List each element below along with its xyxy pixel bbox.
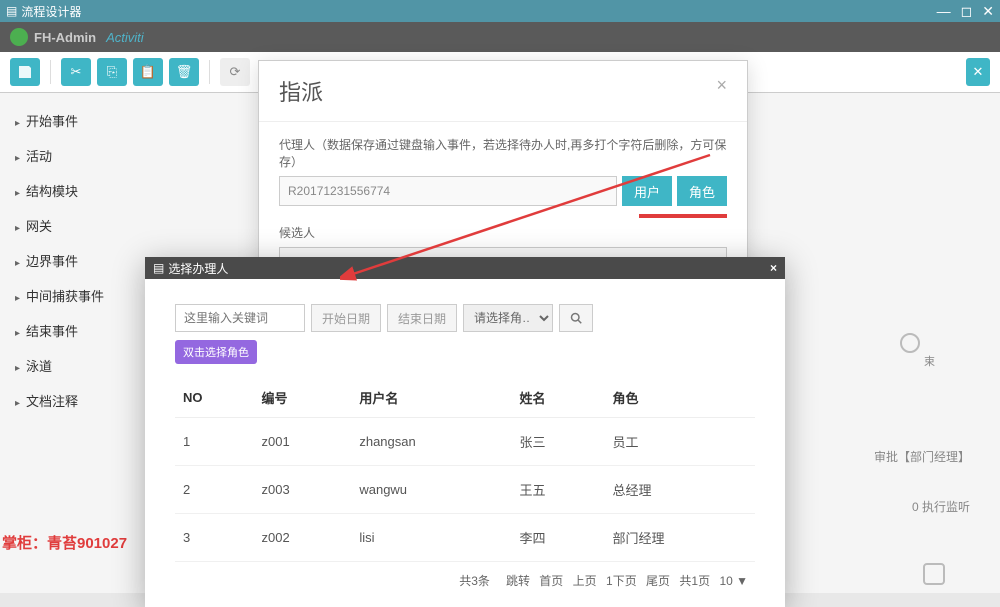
pager-prev[interactable]: 上页 (573, 574, 597, 588)
cell-code: z003 (254, 466, 352, 514)
cell-username: lisi (351, 514, 511, 562)
cell-code: z002 (254, 514, 352, 562)
pager-jump[interactable]: 跳转 (506, 574, 530, 588)
canvas-end-node[interactable] (900, 333, 920, 353)
cell-name: 王五 (512, 466, 605, 514)
assign-dialog-title: 指派 (279, 75, 323, 107)
app-name: FH-Admin (34, 30, 96, 45)
col-role: 角色 (604, 378, 755, 418)
cut-button[interactable]: ✂ (61, 58, 91, 86)
table-row[interactable]: 1z001zhangsan张三员工 (175, 418, 755, 466)
cell-name: 张三 (512, 418, 605, 466)
save-button[interactable] (10, 58, 40, 86)
paste-button[interactable]: 📋 (133, 58, 163, 86)
app-header: FH-Admin Activiti (0, 22, 1000, 52)
cell-username: wangwu (351, 466, 511, 514)
cell-no: 2 (175, 466, 254, 514)
maximize-button[interactable]: ◻ (961, 3, 973, 20)
cell-role: 部门经理 (604, 514, 755, 562)
cell-role: 员工 (604, 418, 755, 466)
highlight-underline (639, 214, 727, 218)
cell-username: zhangsan (351, 418, 511, 466)
pager-current[interactable]: 1下页 (606, 574, 637, 588)
col-code: 编号 (254, 378, 352, 418)
close-window-button[interactable]: ✕ (982, 3, 994, 20)
pager-first[interactable]: 首页 (539, 574, 563, 588)
toolbar-close-button[interactable]: ✕ (966, 58, 990, 86)
window-title: 流程设计器 (21, 3, 81, 20)
dialog-icon: ▤ (153, 261, 164, 275)
refresh-button[interactable]: ⟳ (220, 58, 250, 86)
col-name: 姓名 (512, 378, 605, 418)
select-handler-close-button[interactable]: × (770, 261, 777, 275)
sidebar-item-activity[interactable]: 活动 (15, 138, 185, 173)
table-row[interactable]: 3z002lisi李四部门经理 (175, 514, 755, 562)
end-date-input[interactable] (387, 304, 457, 332)
col-username: 用户名 (351, 378, 511, 418)
cell-role: 总经理 (604, 466, 755, 514)
search-button[interactable] (559, 304, 593, 332)
logo-icon (10, 28, 28, 46)
select-handler-dialog: ▤ 选择办理人 × 请选择角… 双击选择角色 NO 编号 用户名 姓名 角色 1… (145, 257, 785, 607)
canvas-approval-label: 审批【部门经理】 (874, 448, 970, 465)
window-icon: ▤ (6, 4, 17, 18)
minimize-button[interactable]: — (937, 3, 951, 20)
cell-code: z001 (254, 418, 352, 466)
select-handler-title: 选择办理人 (168, 260, 228, 277)
canvas-task-node[interactable] (923, 563, 945, 585)
agent-input[interactable] (279, 176, 617, 206)
copy-button[interactable]: ⎘ (97, 58, 127, 86)
window-controls: — ◻ ✕ (937, 3, 994, 20)
pager-total: 共3条 (459, 574, 490, 588)
watermark: 掌柜：青苔901027 (2, 532, 127, 553)
candidate-label: 候选人 (279, 224, 727, 241)
role-button[interactable]: 角色 (677, 176, 727, 206)
select-handler-header: ▤ 选择办理人 × (145, 257, 785, 279)
canvas-listener-label: 0 执行监听 (912, 498, 970, 515)
pager-last[interactable]: 尾页 (646, 574, 670, 588)
pagination: 共3条 跳转 首页 上页 1下页 尾页 共1页 10 ▼ (175, 562, 755, 597)
delete-button[interactable]: 🗑 (169, 58, 199, 86)
assign-dialog-close-button[interactable]: × (716, 75, 727, 107)
keyword-input[interactable] (175, 304, 305, 332)
pager-per-page[interactable]: 10 ▼ (719, 574, 748, 588)
cell-name: 李四 (512, 514, 605, 562)
canvas-node-label: 束 (924, 353, 935, 369)
search-row: 请选择角… (175, 304, 755, 332)
user-table: NO 编号 用户名 姓名 角色 1z001zhangsan张三员工2z003wa… (175, 378, 755, 562)
col-no: NO (175, 378, 254, 418)
assign-dialog-header: 指派 × (259, 61, 747, 122)
table-row[interactable]: 2z003wangwu王五总经理 (175, 466, 755, 514)
cell-no: 1 (175, 418, 254, 466)
agent-label: 代理人（数据保存通过键盘输入事件，若选择待办人时,再多打个字符后删除，方可保存） (279, 136, 727, 170)
window-titlebar: ▤ 流程设计器 — ◻ ✕ (0, 0, 1000, 22)
pager-pages: 共1页 (679, 574, 710, 588)
app-logo: FH-Admin Activiti (10, 28, 144, 46)
sidebar-item-structure[interactable]: 结构模块 (15, 173, 185, 208)
start-date-input[interactable] (311, 304, 381, 332)
sidebar-item-gateway[interactable]: 网关 (15, 208, 185, 243)
tip-badge: 双击选择角色 (175, 340, 257, 364)
sidebar-item-start[interactable]: 开始事件 (15, 103, 185, 138)
app-subtitle: Activiti (106, 30, 144, 45)
cell-no: 3 (175, 514, 254, 562)
user-button[interactable]: 用户 (622, 176, 672, 206)
role-select[interactable]: 请选择角… (463, 304, 553, 332)
